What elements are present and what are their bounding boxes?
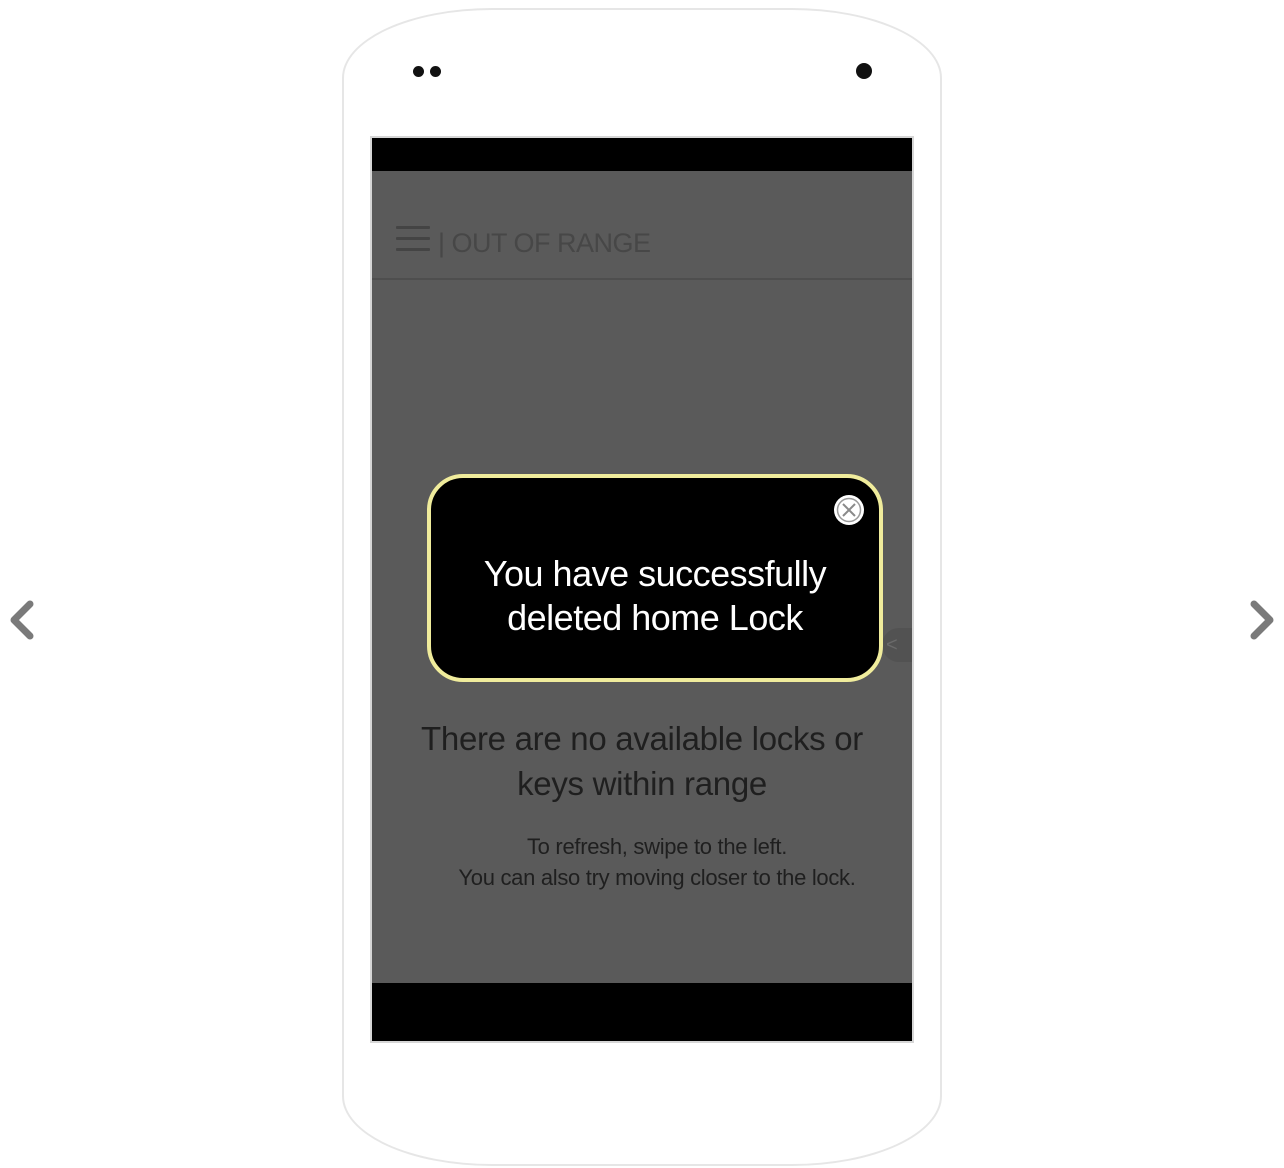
previous-slide-button[interactable] <box>2 598 42 642</box>
app-title: | OUT OF RANGE <box>438 228 651 258</box>
hamburger-menu-icon[interactable] <box>396 226 430 256</box>
chevron-left-icon <box>10 600 34 640</box>
page: | OUT OF RANGE < There are no available … <box>0 0 1284 1168</box>
close-button[interactable] <box>833 494 865 526</box>
status-bar <box>372 138 912 171</box>
chevron-left-icon: < <box>886 634 898 656</box>
front-camera <box>856 63 872 79</box>
app-bar: | OUT OF RANGE <box>372 171 912 280</box>
side-drawer-tab[interactable]: < <box>882 628 912 662</box>
empty-state-hint: To refresh, swipe to the left. You can a… <box>402 831 912 893</box>
chevron-right-icon <box>1250 600 1274 640</box>
success-toast: You have successfully deleted home Lock <box>427 474 883 682</box>
close-circle-icon <box>834 495 864 525</box>
toast-message: You have successfully deleted home Lock <box>483 553 827 638</box>
empty-state-title: There are no available locks or keys wit… <box>421 720 863 802</box>
empty-state-hint-line: To refresh, swipe to the left. <box>526 834 788 859</box>
sensor-dot <box>413 66 424 77</box>
navigation-bar <box>372 983 912 1041</box>
empty-state-hint-line: You can also try moving closer to the lo… <box>458 865 856 890</box>
sensor-dot <box>430 66 441 77</box>
next-slide-button[interactable] <box>1242 598 1282 642</box>
